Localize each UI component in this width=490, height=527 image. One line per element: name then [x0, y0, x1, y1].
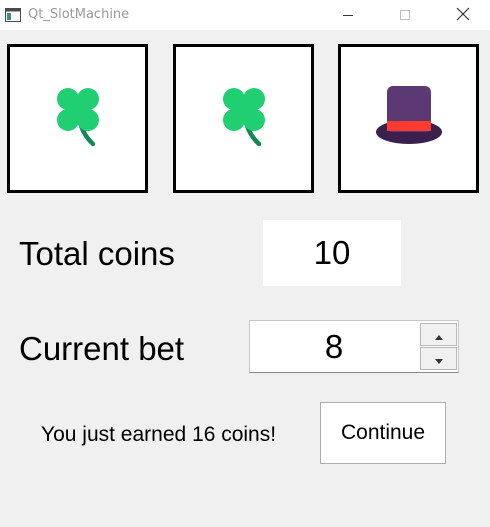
result-message: You just earned 16 coins! [41, 423, 277, 446]
caret-down-icon [434, 349, 443, 368]
caret-up-icon [434, 325, 443, 344]
total-coins-label: Total coins [19, 235, 175, 272]
app-window-icon [5, 7, 21, 22]
window-title: Qt_SlotMachine [28, 7, 130, 22]
title-bar[interactable]: Qt_SlotMachine [0, 0, 490, 30]
reel-3 [338, 44, 479, 193]
slot-machine-window: Qt_SlotMachine Total coins 10 Current be… [0, 0, 490, 527]
close-button[interactable] [440, 0, 486, 30]
minimize-icon [342, 6, 354, 25]
current-bet-label: Current bet [19, 330, 185, 367]
bet-decrement-button[interactable] [420, 347, 457, 370]
reel-1 [7, 44, 148, 193]
continue-button[interactable]: Continue [320, 402, 446, 464]
top-hat-icon [374, 84, 444, 154]
current-bet-value[interactable]: 8 [250, 321, 418, 372]
clover-icon [214, 82, 274, 156]
bet-increment-button[interactable] [420, 323, 457, 346]
close-icon [456, 6, 470, 25]
maximize-button[interactable] [382, 0, 428, 30]
clover-icon [48, 82, 108, 156]
reel-2 [173, 44, 314, 193]
maximize-icon [399, 6, 411, 25]
minimize-button[interactable] [325, 0, 371, 30]
current-bet-spinbox[interactable]: 8 [249, 320, 459, 373]
total-coins-value: 10 [263, 220, 401, 286]
